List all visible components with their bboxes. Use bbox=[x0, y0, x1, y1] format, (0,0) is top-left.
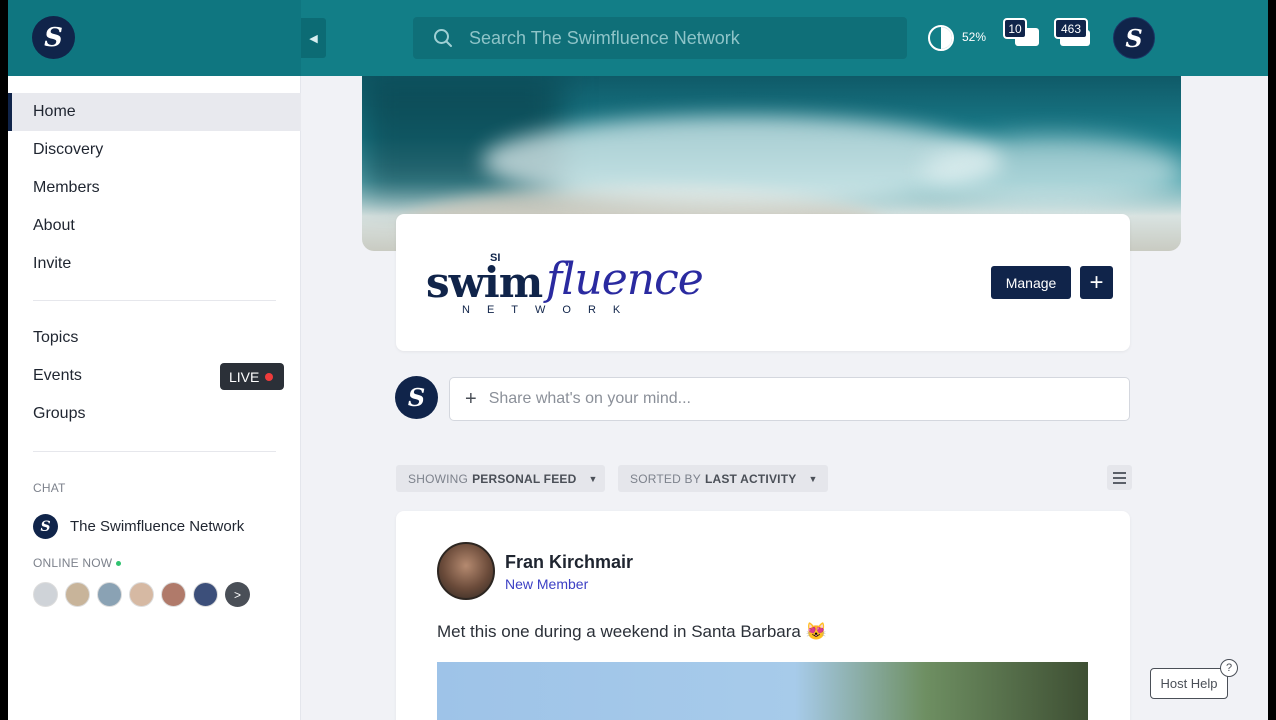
host-help-button[interactable]: Host Help bbox=[1150, 668, 1228, 699]
sidebar-item-label: About bbox=[33, 217, 75, 234]
help-question-icon: ? bbox=[1220, 659, 1238, 677]
sidebar-item-members[interactable]: Members bbox=[8, 169, 301, 207]
logo-network-text: NETWORK bbox=[462, 304, 638, 316]
online-now-label: ONLINE NOW bbox=[33, 556, 122, 570]
sidebar-item-label: Invite bbox=[33, 255, 72, 272]
online-member-avatar[interactable] bbox=[97, 582, 122, 607]
notifications-count: 463 bbox=[1054, 18, 1088, 39]
chat-room-item[interactable]: S The Swimfluence Network bbox=[33, 514, 244, 539]
online-member-avatar[interactable] bbox=[65, 582, 90, 607]
sidebar-item-label: Members bbox=[33, 179, 100, 196]
manage-button[interactable]: Manage bbox=[991, 266, 1071, 299]
sidebar-collapse-button[interactable]: ◀ bbox=[301, 18, 326, 58]
logo-letter: S bbox=[44, 22, 63, 53]
sidebar-item-about[interactable]: About bbox=[8, 207, 301, 245]
search-bar[interactable] bbox=[413, 17, 907, 59]
sidebar-item-label: Events bbox=[33, 367, 82, 384]
contrast-icon[interactable] bbox=[928, 25, 954, 51]
search-input[interactable] bbox=[469, 27, 889, 49]
sidebar-item-groups[interactable]: Groups bbox=[8, 395, 301, 433]
online-status-icon bbox=[116, 561, 122, 567]
online-now-text: ONLINE NOW bbox=[33, 556, 113, 570]
online-member-avatar[interactable] bbox=[33, 582, 58, 607]
sidebar-item-invite[interactable]: Invite bbox=[8, 245, 301, 283]
search-icon bbox=[434, 29, 452, 47]
top-bar: S ◀ 52% 10 463 S bbox=[8, 0, 1268, 76]
sidebar-divider bbox=[33, 451, 276, 452]
avatar-letter: S bbox=[1125, 23, 1143, 53]
post-text: Met this one during a weekend in Santa B… bbox=[437, 622, 827, 641]
composer-avatar: S bbox=[395, 376, 438, 419]
feed-filter-dropdown[interactable]: SHOWING PERSONAL FEED ▼ bbox=[396, 465, 605, 492]
add-button[interactable]: + bbox=[1080, 266, 1113, 299]
chevron-left-icon: ◀ bbox=[309, 32, 318, 45]
logo-fluence-text: fluence bbox=[546, 254, 704, 305]
caret-down-icon: ▼ bbox=[808, 473, 818, 484]
author-role: New Member bbox=[505, 576, 589, 592]
sidebar-item-label: Home bbox=[33, 103, 76, 120]
notifications-button[interactable]: 463 bbox=[1054, 18, 1094, 50]
chat-room-name: The Swimfluence Network bbox=[70, 518, 245, 535]
contrast-level: 52% bbox=[962, 30, 987, 44]
list-view-icon[interactable] bbox=[1107, 465, 1132, 490]
post-image[interactable] bbox=[437, 662, 1088, 720]
sort-dropdown[interactable]: SORTED BY LAST ACTIVITY ▼ bbox=[618, 465, 828, 492]
app-window: S ◀ 52% 10 463 S Home Discovery bbox=[8, 0, 1268, 720]
sidebar: Home Discovery Members About Invite Topi… bbox=[8, 76, 301, 720]
live-badge[interactable]: LIVE bbox=[220, 363, 284, 390]
logo-area: S bbox=[8, 0, 301, 76]
sort-prefix: SORTED BY bbox=[630, 471, 701, 486]
chat-section-label: CHAT bbox=[33, 481, 66, 495]
chat-room-letter: S bbox=[40, 518, 51, 535]
sidebar-item-home[interactable]: Home bbox=[8, 93, 301, 131]
user-avatar[interactable]: S bbox=[1113, 17, 1155, 59]
online-member-avatar[interactable] bbox=[161, 582, 186, 607]
sidebar-item-discovery[interactable]: Discovery bbox=[8, 131, 301, 169]
author-name[interactable]: Fran Kirchmair bbox=[505, 552, 633, 573]
post-composer[interactable]: + bbox=[449, 377, 1130, 421]
sidebar-divider bbox=[33, 300, 276, 301]
sidebar-item-label: Topics bbox=[33, 329, 79, 346]
sidebar-item-topics[interactable]: Topics bbox=[8, 319, 301, 357]
messages-button[interactable]: 10 bbox=[1003, 18, 1041, 50]
chat-room-avatar: S bbox=[33, 514, 58, 539]
swimfluence-logo: SI swim fluence NETWORK bbox=[426, 238, 716, 328]
community-header-card: SI swim fluence NETWORK Manage + bbox=[396, 214, 1130, 351]
filter-prefix: SHOWING bbox=[408, 471, 469, 486]
more-members-button[interactable]: > bbox=[225, 582, 250, 607]
online-member-avatar[interactable] bbox=[129, 582, 154, 607]
author-avatar[interactable] bbox=[437, 542, 495, 600]
live-label: LIVE bbox=[229, 368, 260, 385]
messages-count: 10 bbox=[1003, 18, 1027, 39]
plus-icon: + bbox=[465, 387, 477, 410]
live-dot-icon bbox=[265, 372, 274, 381]
sidebar-item-label: Groups bbox=[33, 405, 86, 422]
logo-swim-text: swim bbox=[426, 258, 543, 307]
online-members: > bbox=[33, 582, 250, 607]
sidebar-item-label: Discovery bbox=[33, 141, 104, 158]
online-member-avatar[interactable] bbox=[193, 582, 218, 607]
post-card: Fran Kirchmair New Member Met this one d… bbox=[396, 511, 1130, 720]
avatar-letter: S bbox=[407, 383, 426, 412]
sort-value: LAST ACTIVITY bbox=[704, 471, 797, 486]
filter-value: PERSONAL FEED bbox=[472, 471, 577, 486]
composer-input[interactable] bbox=[488, 390, 1089, 408]
community-logo[interactable]: S bbox=[32, 16, 75, 59]
banner-wave bbox=[482, 116, 1002, 206]
banner-wave bbox=[922, 136, 1181, 206]
caret-down-icon: ▼ bbox=[588, 473, 598, 484]
